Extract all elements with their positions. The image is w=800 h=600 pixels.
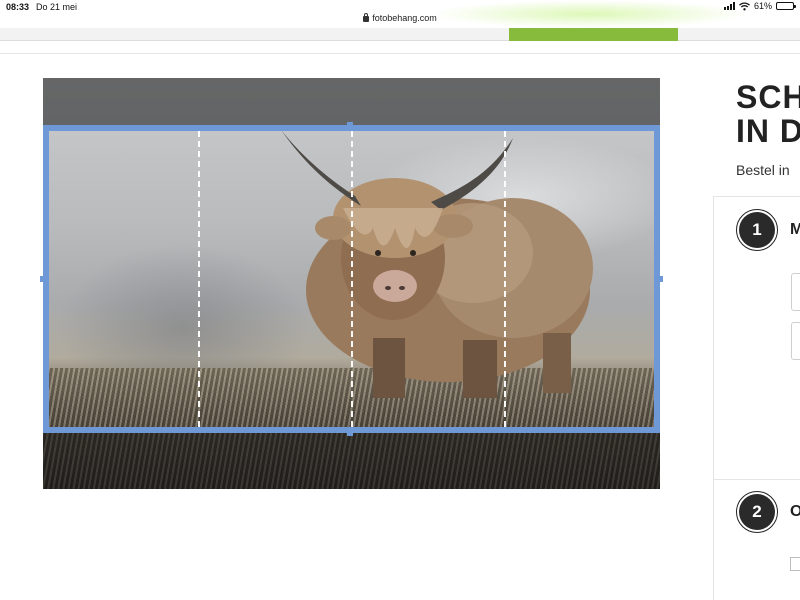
page-title: SCH IN D — [736, 80, 800, 148]
configuration-panel — [713, 196, 800, 600]
crop-frame[interactable] — [43, 125, 660, 433]
crop-shade-top — [43, 78, 660, 126]
step-2-number: 2 — [739, 494, 775, 530]
panel-divider — [198, 131, 200, 427]
wifi-icon — [739, 1, 750, 10]
crop-handle-left[interactable] — [40, 276, 46, 282]
crop-handle-bottom[interactable] — [347, 430, 353, 436]
panel-divider — [351, 131, 353, 427]
section-divider — [714, 479, 800, 480]
crop-handle-right[interactable] — [657, 276, 663, 282]
step-1-badge: 1 — [736, 209, 778, 251]
signal-icon — [723, 2, 735, 10]
width-input[interactable] — [791, 273, 800, 311]
option-checkbox[interactable] — [790, 557, 800, 571]
page-subtitle: Bestel in — [736, 162, 790, 178]
url-text[interactable]: fotobehang.com — [372, 13, 437, 23]
step-2-badge: 2 — [736, 491, 778, 533]
battery-icon — [776, 2, 796, 10]
page-title-line1: SCH — [736, 79, 800, 115]
site-header-strip — [0, 28, 800, 41]
brand-green-tab[interactable] — [509, 28, 678, 41]
status-bar: 08:33 Do 21 mei 61% — [0, 0, 800, 14]
step-1-number: 1 — [739, 212, 775, 248]
url-bar[interactable]: fotobehang.com — [0, 13, 800, 27]
header-divider — [0, 53, 800, 54]
page-title-line2: IN D — [736, 113, 800, 149]
crop-handle-top[interactable] — [347, 122, 353, 128]
height-input[interactable] — [791, 322, 800, 360]
step-2-title: O — [790, 503, 800, 520]
panel-divider — [504, 131, 506, 427]
status-date: Do 21 mei — [36, 2, 78, 12]
crop-shade-bottom — [43, 430, 660, 489]
step-1-title: M — [790, 221, 800, 238]
status-right: 61% — [723, 1, 796, 11]
lock-icon — [363, 13, 370, 22]
battery-percent: 61% — [753, 1, 772, 11]
status-time: 08:33 — [6, 2, 30, 12]
